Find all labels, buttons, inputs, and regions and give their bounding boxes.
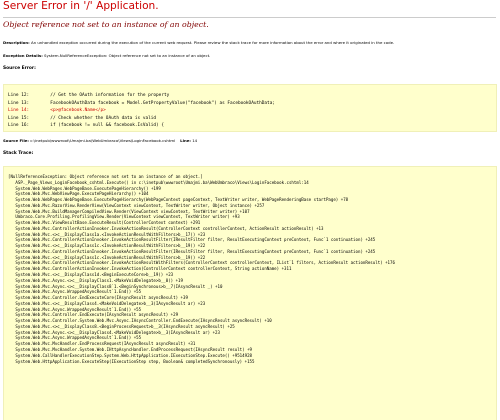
source-line-error: Line 14: <p>@facebook.Name</p>	[8, 108, 106, 113]
stack-trace-box: [NullReferenceException: Object referenc…	[3, 166, 497, 420]
source-line: Line 15: // Check whether the OAuth data…	[8, 115, 157, 121]
source-file-label: Source File:	[3, 138, 29, 143]
description-text: An unhandled exception occurred during t…	[29, 40, 395, 45]
source-file-path: c:\inetpub\wwwroot\Umajmi.ba\WebUmbraco\…	[28, 138, 176, 143]
stack-trace-heading: Stack Trace:	[3, 151, 34, 156]
stack-trace-line: System.Web.WebPages.WebPageBase.ExecuteP…	[8, 197, 349, 203]
exception-details: Exception Details: System.NullReferenceE…	[3, 53, 210, 58]
source-line-number: 14	[190, 138, 198, 143]
source-line: Line 13: FacebookOAuthData facebook = Mo…	[8, 100, 275, 106]
stack-trace-line: System.Web.Mvc.ControllerActionInvoker.I…	[8, 248, 376, 254]
stack-trace: [NullReferenceException: Object referenc…	[8, 174, 395, 364]
stack-trace-line: System.Web.HttpApplication.ExecuteStep(I…	[8, 358, 255, 364]
source-file: Source File: c:\inetpub\wwwroot\Umajmi.b…	[3, 138, 197, 143]
source-line: Line 16: if (facebook != null && faceboo…	[8, 123, 164, 128]
title-divider	[3, 17, 496, 18]
exception-details-label: Exception Details:	[3, 53, 43, 58]
exception-details-text: System.NullReferenceException: Object re…	[42, 53, 211, 58]
source-line-label: Line:	[180, 138, 191, 143]
description-label: Description:	[3, 40, 30, 45]
page-title: Server Error in '/' Application.	[3, 0, 159, 12]
description: Description: An unhandled exception occu…	[3, 40, 394, 45]
error-message: Object reference not set to an instance …	[3, 20, 209, 29]
source-line: Line 12: // Get the OAuth information fo…	[8, 93, 170, 98]
source-error-box: Line 12: // Get the OAuth information fo…	[3, 84, 497, 132]
source-error-heading: Source Error:	[3, 66, 36, 71]
